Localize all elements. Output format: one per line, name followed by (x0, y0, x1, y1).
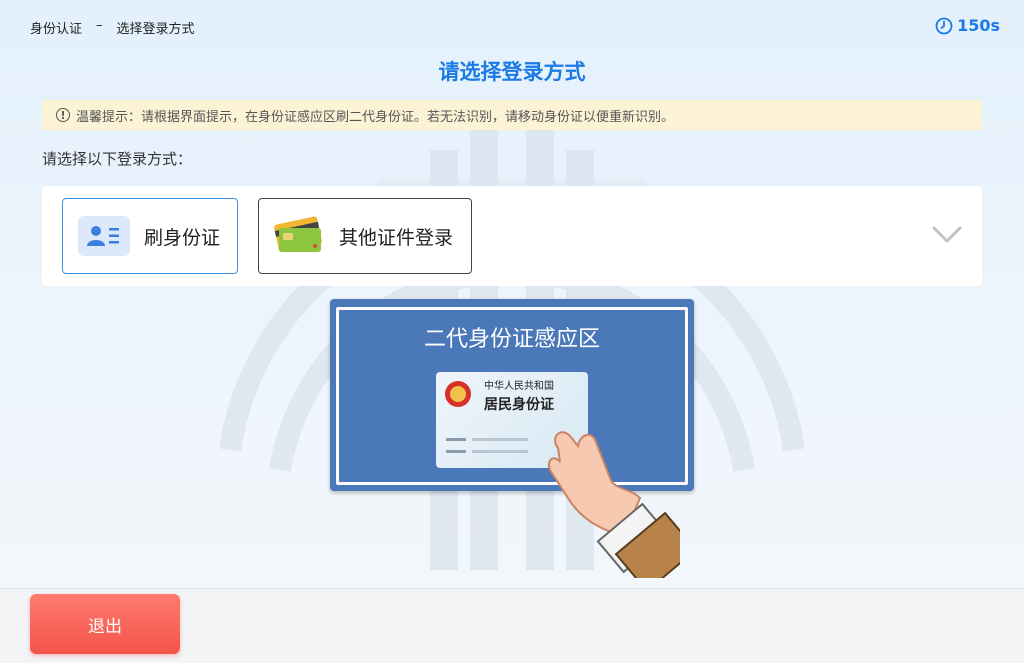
bottom-bar: 退出 (0, 588, 1024, 663)
notice-banner: ! 温馨提示：请根据界面提示，在身份证感应区刷二代身份证。若无法识别，请移动身份… (42, 100, 982, 130)
timer-value: 150s (957, 16, 1000, 35)
breadcrumb: 身份认证 – 选择登录方式 (30, 18, 195, 37)
top-bar: 身份认证 – 选择登录方式 150s (0, 0, 1024, 56)
countdown-timer: 150s (935, 16, 1000, 35)
reader-title: 二代身份证感应区 (423, 327, 600, 352)
hand-holding-card-icon (548, 431, 680, 578)
notice-text: 温馨提示：请根据界面提示，在身份证感应区刷二代身份证。若无法识别，请移动身份证以… (76, 109, 675, 125)
breadcrumb-item: 身份认证 (30, 22, 83, 37)
page-title: 请选择登录方式 (438, 60, 586, 84)
login-options-panel: 刷身份证 其他证件登录 (42, 186, 982, 286)
breadcrumb-item: 选择登录方式 (116, 22, 195, 37)
chevron-down-icon[interactable] (932, 224, 962, 246)
breadcrumb-separator: – (96, 18, 103, 33)
clock-icon (935, 17, 953, 34)
id-card-line2: 居民身份证 (484, 396, 554, 413)
exit-button[interactable]: 退出 (30, 594, 180, 654)
id-card-user-icon (78, 216, 130, 256)
choose-method-label: 请选择以下登录方式： (42, 150, 193, 168)
option-label: 其他证件登录 (339, 226, 454, 249)
exclamation-circle-icon: ! (56, 108, 70, 122)
option-other-certificate[interactable]: 其他证件登录 (258, 198, 472, 274)
option-swipe-id-card[interactable]: 刷身份证 (62, 198, 238, 274)
watermark-emblem (219, 130, 805, 570)
id-card-line1: 中华人民共和国 (484, 379, 554, 392)
option-label: 刷身份证 (144, 226, 221, 249)
bank-card-icon (273, 214, 325, 258)
